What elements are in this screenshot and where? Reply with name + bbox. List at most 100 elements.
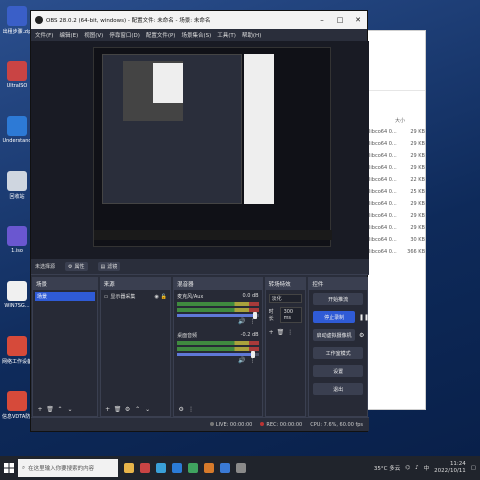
desktop-icon[interactable]: 信息VDTA防范理 <box>2 391 32 420</box>
mixer-channel: 麦克风/Aux 0.0 dB 🔊 ⋮ <box>174 290 261 329</box>
trash-icon[interactable]: 🗑 <box>277 329 285 336</box>
start-button[interactable] <box>0 456 18 480</box>
minimize-icon[interactable]: – <box>313 16 331 24</box>
file-icon <box>7 116 27 136</box>
chevron-up-icon[interactable]: ⌃ <box>56 405 64 413</box>
gear-icon[interactable]: ⚙ <box>359 332 367 339</box>
taskbar-app-icon[interactable] <box>140 463 150 473</box>
chevron-down-icon[interactable]: ⌄ <box>144 405 152 413</box>
transition-select[interactable]: 淡化 <box>268 294 303 303</box>
file-row[interactable]: libco64 0... 29 KB <box>369 153 425 163</box>
controls-title: 控件 <box>309 278 367 290</box>
source-item[interactable]: ▭ 显示器采集 ◉ 🔓 <box>104 293 168 301</box>
taskbar-app-icon[interactable] <box>156 463 166 473</box>
more-icon[interactable]: ⋮ <box>287 329 293 336</box>
menu-item[interactable]: 场景集合(S) <box>181 31 211 39</box>
preview-canvas[interactable] <box>31 41 369 259</box>
trash-icon[interactable]: 🗑 <box>46 405 54 413</box>
file-row[interactable]: libco64 0... 29 KB <box>369 129 425 139</box>
desktop-icon[interactable]: 出租步骤.zip <box>2 6 32 35</box>
chevron-down-icon[interactable]: ⌄ <box>66 405 74 413</box>
pause-icon[interactable]: ❚❚ <box>359 314 369 321</box>
menu-item[interactable]: 编辑(E) <box>59 31 78 39</box>
file-row[interactable]: libco64 0... 22 KB <box>369 177 425 187</box>
menu-item[interactable]: 配置文件(P) <box>146 31 176 39</box>
channel-db: -0.2 dB <box>240 332 259 338</box>
taskbar-app-icon[interactable] <box>172 463 182 473</box>
clock[interactable]: 11:24 2022/10/11 <box>434 461 466 475</box>
slider-handle[interactable] <box>252 312 257 319</box>
desktop-icon[interactable]: 回收站 <box>2 171 32 200</box>
speaker-icon[interactable]: 🔊 <box>238 318 245 325</box>
notification-icon[interactable]: ▢ <box>471 465 476 471</box>
file-row[interactable]: libco64 0... 29 KB <box>369 213 425 223</box>
add-icon[interactable]: + <box>269 329 274 336</box>
desktop-icon[interactable]: 网络工作设备故障处理 <box>2 336 32 365</box>
gear-icon[interactable]: ⚙ <box>177 405 185 413</box>
rec-status: REC: 00:00:00 <box>260 421 302 428</box>
source-name: 显示器采集 <box>110 294 136 300</box>
taskbar-app-icon[interactable] <box>188 463 198 473</box>
file-size: 29 KB <box>410 225 425 231</box>
taskbar-app-icon[interactable] <box>236 463 246 473</box>
size-column-header[interactable]: 大小 <box>395 117 405 124</box>
file-row[interactable]: libco64 0... 30 KB <box>369 237 425 247</box>
live-status: LIVE: 00:00:00 <box>209 421 252 428</box>
control-button[interactable]: 启动虚拟摄像机 <box>313 329 355 341</box>
slider-handle[interactable] <box>250 351 255 358</box>
maximize-icon[interactable]: □ <box>331 16 349 24</box>
control-button[interactable]: 设置 <box>313 365 363 377</box>
network-icon[interactable]: ⌬ <box>405 465 410 471</box>
duration-input[interactable]: 300 ms <box>279 307 303 323</box>
control-button[interactable]: 开始推流 <box>313 293 363 305</box>
scene-item[interactable]: 场景 <box>35 292 95 301</box>
taskbar-app-icon[interactable] <box>204 463 214 473</box>
more-icon[interactable]: ⋮ <box>187 405 195 413</box>
desktop-icon[interactable]: Understand <box>2 116 32 144</box>
desktop-icon[interactable]: 1.iso <box>2 226 32 254</box>
taskbar-search[interactable]: ⌕ 在这里输入你要搜索的内容 <box>18 459 118 477</box>
volume-slider[interactable] <box>177 351 259 358</box>
file-name: libco64 0... <box>369 201 397 207</box>
menu-item[interactable]: 帮助(H) <box>242 31 261 39</box>
file-row[interactable]: libco64 0... 25 KB <box>369 189 425 199</box>
obs-window[interactable]: OBS 28.0.2 (64-bit, windows) - 配置文件: 未命名… <box>30 10 369 432</box>
properties-button[interactable]: ⚙ 属性 <box>65 262 88 271</box>
gear-icon: ⚙ <box>68 263 73 270</box>
trash-icon[interactable]: 🗑 <box>114 405 122 413</box>
ime-indicator[interactable]: 中 <box>424 464 430 472</box>
menu-item[interactable]: 视图(V) <box>84 31 103 39</box>
filters-button[interactable]: ▤ 滤镜 <box>97 262 121 271</box>
add-icon[interactable]: + <box>36 405 44 413</box>
more-icon[interactable]: ⋮ <box>250 357 256 364</box>
file-explorer-window[interactable]: 大小 libco64 0... 29 KB libco64 0... 29 KB lib… <box>360 30 426 410</box>
control-button[interactable]: 退出 <box>313 383 363 395</box>
desktop-icon[interactable]: UltraISO <box>2 61 32 89</box>
volume-icon[interactable]: ♪ <box>415 465 419 471</box>
system-tray: 35°C 多云 ⌬ ♪ 中 11:24 2022/10/11 ▢ <box>374 461 480 475</box>
search-icon: ⌕ <box>22 464 26 471</box>
file-row[interactable]: libco64 0... 29 KB <box>369 225 425 235</box>
close-icon[interactable]: ✕ <box>349 16 367 24</box>
file-row[interactable]: libco64 0... 29 KB <box>369 201 425 211</box>
file-row[interactable]: libco64 0... 29 KB <box>369 165 425 175</box>
control-button[interactable]: 停止录制 <box>313 311 355 323</box>
menu-item[interactable]: 文件(F) <box>35 31 53 39</box>
more-icon[interactable]: ⋮ <box>250 318 256 325</box>
add-icon[interactable]: + <box>104 405 112 413</box>
file-row[interactable]: libco64 0... 366 KB <box>369 249 425 259</box>
chevron-up-icon[interactable]: ⌃ <box>134 405 142 413</box>
taskbar-app-icon[interactable] <box>220 463 230 473</box>
eye-icon[interactable]: ◉ <box>155 294 159 300</box>
weather-status[interactable]: 35°C 多云 <box>374 464 400 472</box>
volume-slider[interactable] <box>177 312 259 319</box>
lock-icon[interactable]: 🔓 <box>161 294 167 300</box>
menu-item[interactable]: 停靠窗口(D) <box>109 31 140 39</box>
control-button[interactable]: 工作室模式 <box>313 347 363 359</box>
gear-icon[interactable]: ⚙ <box>124 405 132 413</box>
menu-item[interactable]: 工具(T) <box>217 31 236 39</box>
desktop-icon[interactable]: WIN7SG... <box>2 281 32 309</box>
file-row[interactable]: libco64 0... 29 KB <box>369 141 425 151</box>
speaker-icon[interactable]: 🔊 <box>238 357 245 364</box>
taskbar-app-icon[interactable] <box>124 463 134 473</box>
